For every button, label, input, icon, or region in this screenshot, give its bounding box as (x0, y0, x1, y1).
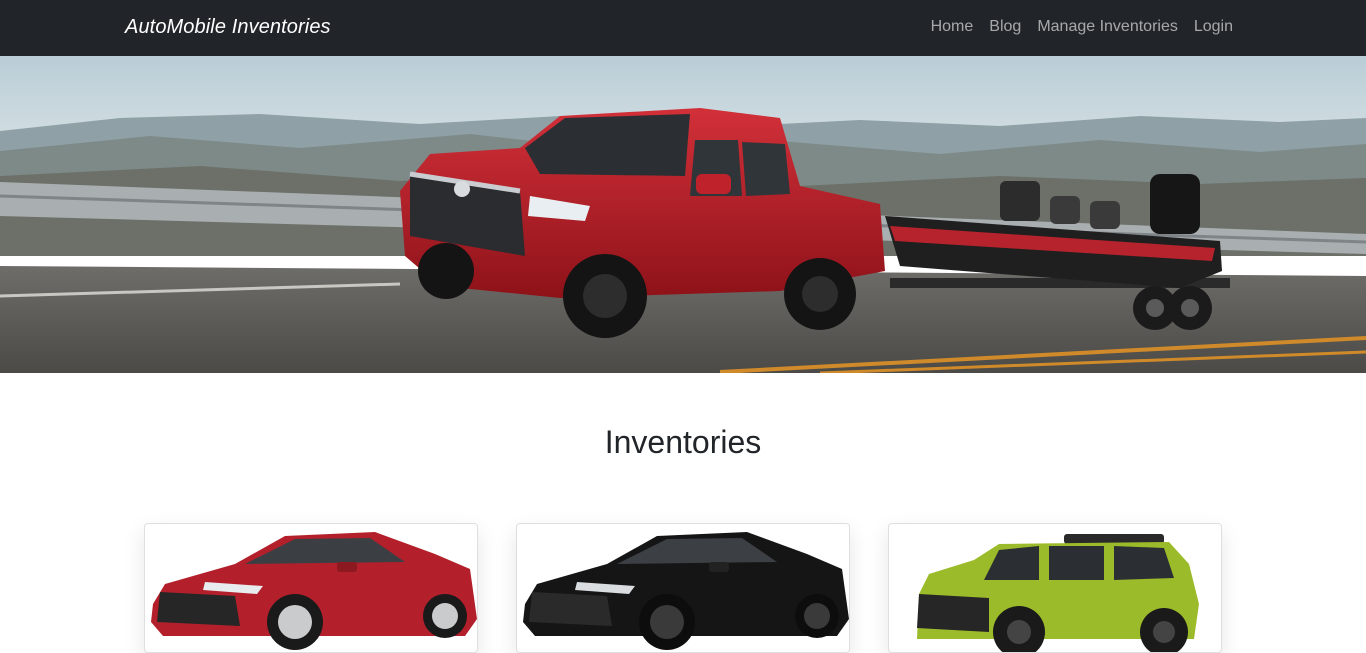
inventory-card[interactable] (516, 523, 850, 653)
navbar: AutoMobile Inventories Home Blog Manage … (0, 0, 1366, 56)
inventory-card[interactable] (888, 523, 1222, 653)
nav-blog-link[interactable]: Blog (989, 18, 1021, 36)
brand-logo-link[interactable]: AutoMobile Inventories (125, 16, 331, 39)
nav-manage-inventories-link[interactable]: Manage Inventories (1037, 18, 1178, 36)
hero-image-truck-with-boat (0, 56, 1366, 373)
inventory-card[interactable] (144, 523, 478, 653)
nav-links: Home Blog Manage Inventories Login (931, 18, 1233, 36)
red-sedan-image (151, 532, 477, 650)
hero-banner (0, 56, 1366, 373)
nav-home-link[interactable]: Home (931, 18, 974, 36)
nav-login-link[interactable]: Login (1194, 18, 1233, 36)
black-sedan-image (523, 532, 849, 650)
inventories-title: Inventories (604, 424, 762, 460)
green-suv-image (917, 534, 1199, 652)
